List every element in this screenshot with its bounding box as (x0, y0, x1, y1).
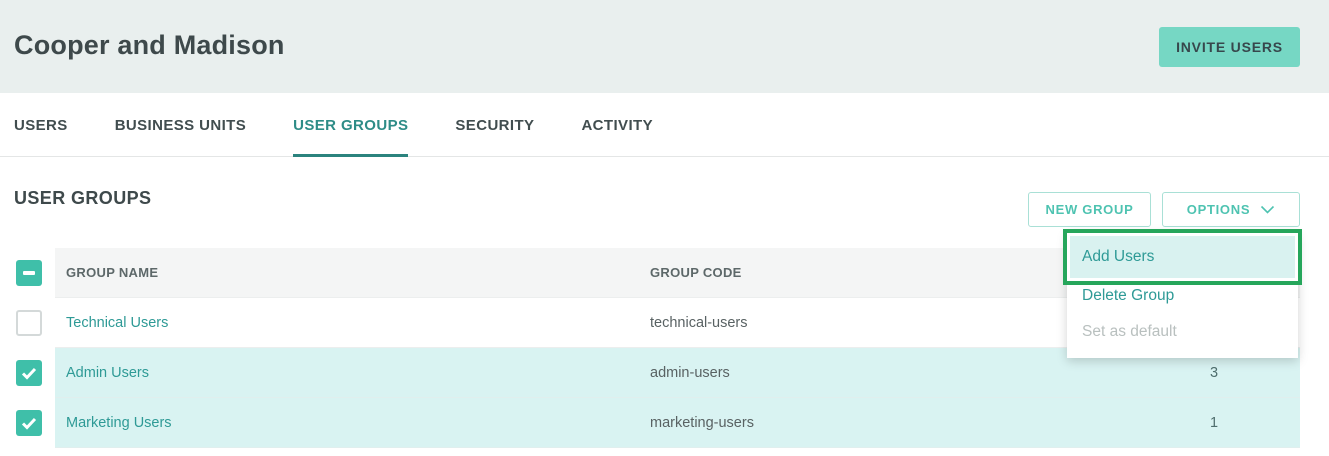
header-checkbox-cell (0, 248, 55, 298)
menu-item-add-users[interactable]: Add Users (1070, 236, 1295, 278)
group-name-link[interactable]: Marketing Users (66, 415, 172, 431)
row-checkbox-cell (0, 398, 55, 448)
group-name-link[interactable]: Technical Users (66, 315, 168, 331)
row-checkbox-checked[interactable] (16, 360, 42, 386)
column-header-group-code: GROUP CODE (650, 265, 742, 280)
menu-item-set-as-default: Set as default (1067, 314, 1298, 350)
user-management-screen: Cooper and Madison INVITE USERS USERS BU… (0, 0, 1329, 456)
column-header-group-name: GROUP NAME (55, 265, 158, 280)
tab-security[interactable]: SECURITY (455, 93, 534, 157)
select-all-checkbox-indeterminate[interactable] (16, 260, 42, 286)
tab-business-units[interactable]: BUSINESS UNITS (115, 93, 246, 157)
group-name-link[interactable]: Admin Users (66, 365, 149, 381)
options-button[interactable]: OPTIONS (1162, 192, 1300, 227)
page-header: Cooper and Madison INVITE USERS (0, 0, 1329, 93)
table-row: Marketing Users marketing-users 1 (0, 398, 1329, 448)
row-checkbox-unchecked[interactable] (16, 310, 42, 336)
check-icon (21, 367, 37, 380)
invite-users-button[interactable]: INVITE USERS (1159, 27, 1300, 67)
row-checkbox-cell (0, 298, 55, 348)
group-users-count: 1 (1199, 415, 1229, 431)
new-group-button-label: NEW GROUP (1046, 202, 1134, 217)
chevron-down-icon (1260, 205, 1275, 214)
tab-user-groups[interactable]: USER GROUPS (293, 93, 408, 157)
page-title: Cooper and Madison (14, 30, 285, 61)
menu-item-delete-group[interactable]: Delete Group (1067, 278, 1298, 314)
group-code-cell: marketing-users (650, 415, 754, 431)
options-button-label: OPTIONS (1187, 202, 1250, 217)
group-code-cell: technical-users (650, 315, 748, 331)
row-checkbox-checked[interactable] (16, 410, 42, 436)
indeterminate-dash-icon (23, 271, 35, 275)
tab-bar: USERS BUSINESS UNITS USER GROUPS SECURIT… (0, 93, 1329, 157)
section-title: USER GROUPS (14, 188, 151, 209)
group-code-cell: admin-users (650, 365, 730, 381)
tab-users[interactable]: USERS (14, 93, 68, 157)
new-group-button[interactable]: NEW GROUP (1028, 192, 1151, 227)
check-icon (21, 417, 37, 430)
tab-activity[interactable]: ACTIVITY (581, 93, 653, 157)
group-users-count: 3 (1199, 365, 1229, 381)
row-checkbox-cell (0, 348, 55, 398)
options-dropdown-menu: Add Users Delete Group Set as default (1067, 232, 1298, 358)
